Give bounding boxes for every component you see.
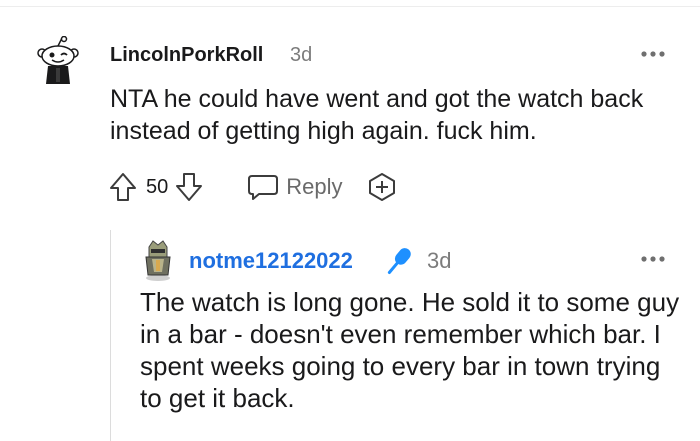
reply-username[interactable]: notme12122022: [189, 248, 353, 274]
reply-button[interactable]: Reply: [246, 172, 343, 202]
upvote-icon[interactable]: [108, 171, 138, 203]
comment-timestamp: 3d: [290, 44, 313, 66]
more-options-icon[interactable]: [640, 47, 666, 61]
comment-body: NTA he could have went and got the watch…: [110, 85, 644, 145]
top-divider: [0, 6, 700, 7]
comment-username[interactable]: LincolnPorkRoll: [110, 44, 263, 67]
reply-body: The watch is long gone. He sold it to so…: [140, 287, 680, 413]
thread-line[interactable]: [110, 230, 111, 441]
comment-bubble-icon: [248, 175, 279, 200]
more-options-icon[interactable]: [640, 252, 666, 266]
microphone-icon: [387, 248, 411, 274]
reply-label: Reply: [286, 174, 343, 199]
reply-timestamp: 3d: [427, 248, 452, 273]
knight-avatar[interactable]: [141, 239, 175, 281]
downvote-icon[interactable]: [174, 171, 204, 203]
comment-actions: 50 Reply: [108, 170, 397, 204]
award-plus-icon[interactable]: [367, 172, 397, 202]
vote-count: 50: [146, 175, 169, 198]
snoo-avatar[interactable]: [34, 36, 82, 86]
